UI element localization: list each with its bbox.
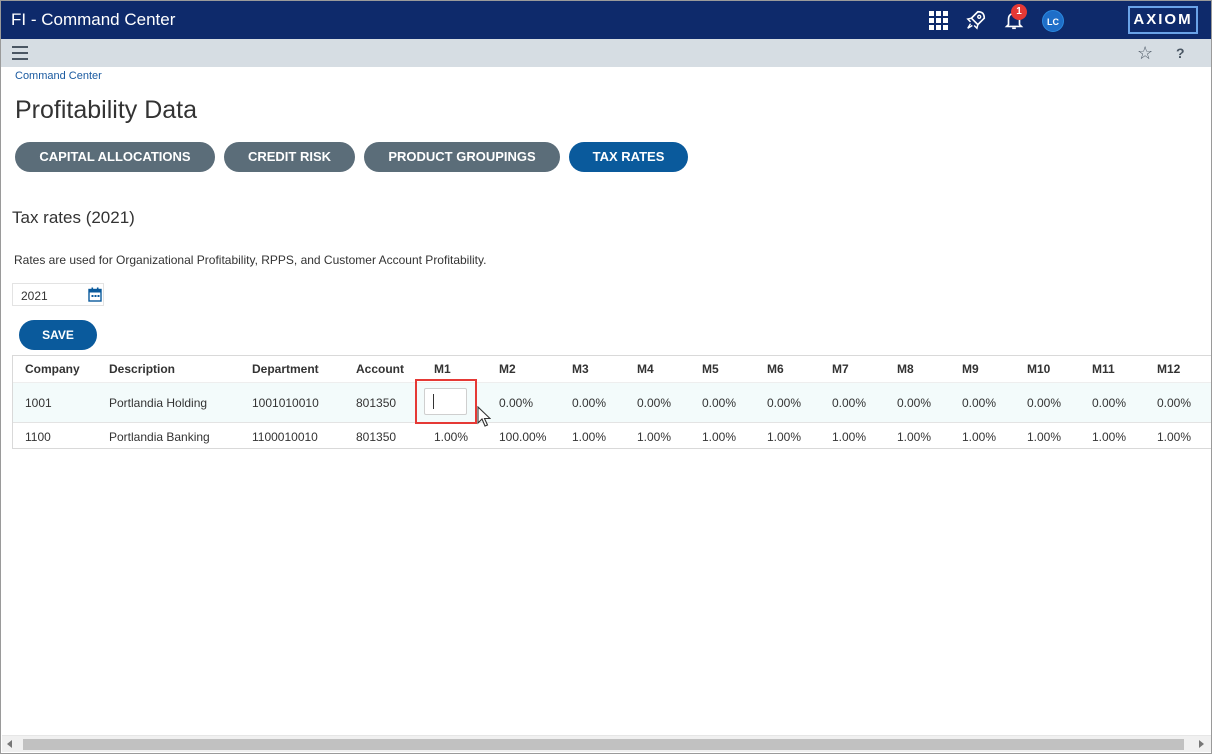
secondary-toolbar: ☆ ? [1,39,1211,67]
table-cell[interactable]: 1.00% [702,430,736,444]
column-header[interactable]: M12 [1157,362,1180,376]
table-cell[interactable]: 1.00% [832,430,866,444]
mouse-pointer-icon [477,406,491,427]
app-title: FI - Command Center [11,10,176,29]
page-title: Profitability Data [15,96,198,124]
table-cell[interactable]: 1.00% [1157,430,1191,444]
table-row[interactable]: 1001 Portlandia Holding 1001010010 80135… [13,382,1211,422]
tab-product-groupings[interactable]: PRODUCT GROUPINGS [364,142,560,172]
column-header[interactable]: M11 [1092,362,1115,376]
rocket-icon[interactable] [965,9,987,31]
apps-grid-icon[interactable] [929,11,948,30]
table-cell[interactable]: 1.00% [897,430,931,444]
scroll-left-icon[interactable] [7,740,12,748]
tab-tax-rates[interactable]: TAX RATES [569,142,688,172]
top-bar: FI - Command Center 1 LC AXIOM [1,1,1211,39]
table-cell[interactable]: 0.00% [572,396,606,410]
table-cell[interactable]: 1001 [25,396,52,410]
column-header[interactable]: Company [25,362,80,376]
table-cell[interactable]: 1.00% [1027,430,1061,444]
star-icon[interactable]: ☆ [1137,43,1153,63]
column-header[interactable]: M8 [897,362,914,376]
tax-rates-table: Company Description Department Account M… [12,355,1211,449]
table-row[interactable]: 1100 Portlandia Banking 1100010010 80135… [13,422,1211,449]
year-value: 2021 [21,289,48,303]
column-header[interactable]: M1 [434,362,451,376]
save-button[interactable]: SAVE [19,320,97,350]
column-header[interactable]: M7 [832,362,849,376]
year-picker[interactable]: 2021 [12,283,104,306]
scrollbar-thumb[interactable] [23,739,1184,750]
table-cell[interactable]: 1.00% [962,430,996,444]
table-cell[interactable]: 1.00% [637,430,671,444]
table-cell[interactable]: 0.00% [1092,396,1126,410]
column-header[interactable]: M9 [962,362,979,376]
table-cell[interactable]: Portlandia Banking [109,430,210,444]
column-header[interactable]: M6 [767,362,784,376]
table-cell[interactable]: 1.00% [1092,430,1126,444]
breadcrumb[interactable]: Command Center [15,70,102,82]
m1-edit-input[interactable] [424,388,467,415]
table-cell[interactable]: 100.00% [499,430,546,444]
table-cell[interactable]: 801350 [356,396,396,410]
table-cell[interactable]: 0.00% [897,396,931,410]
table-cell[interactable]: 1.00% [572,430,606,444]
tab-credit-risk[interactable]: CREDIT RISK [224,142,355,172]
column-header[interactable]: Department [252,362,319,376]
column-header[interactable]: M5 [702,362,719,376]
table-cell[interactable]: 0.00% [702,396,736,410]
table-cell[interactable]: 0.00% [1027,396,1061,410]
table-cell[interactable]: 0.00% [962,396,996,410]
notification-badge: 1 [1011,4,1027,20]
axiom-logo: AXIOM [1128,6,1198,34]
avatar[interactable]: LC [1042,10,1064,32]
scroll-right-icon[interactable] [1199,740,1204,748]
table-cell[interactable]: 1001010010 [252,396,319,410]
help-icon[interactable]: ? [1176,44,1185,62]
column-header[interactable]: Description [109,362,175,376]
section-title: Tax rates (2021) [12,208,135,227]
column-header[interactable]: Account [356,362,404,376]
column-header[interactable]: M4 [637,362,654,376]
table-cell[interactable]: 0.00% [832,396,866,410]
tab-capital-allocations[interactable]: CAPITAL ALLOCATIONS [15,142,215,172]
text-caret [433,394,434,409]
table-cell[interactable]: 1.00% [767,430,801,444]
table-cell[interactable]: Portlandia Holding [109,396,207,410]
app-window: FI - Command Center 1 LC AXIOM ☆ ? Comma… [0,0,1212,754]
table-cell[interactable]: 0.00% [499,396,533,410]
column-header[interactable]: M3 [572,362,589,376]
table-cell[interactable]: 1100 [25,430,51,444]
table-cell[interactable]: 0.00% [1157,396,1191,410]
table-cell[interactable]: 1.00% [434,430,468,444]
table-cell[interactable]: 801350 [356,430,396,444]
horizontal-scrollbar[interactable] [2,735,1211,752]
hamburger-menu-icon[interactable] [12,46,28,60]
column-header[interactable]: M10 [1027,362,1050,376]
table-cell[interactable]: 1100010010 [252,430,318,444]
calendar-icon[interactable] [88,287,102,302]
table-header-row: Company Description Department Account M… [13,356,1211,382]
table-cell[interactable]: 0.00% [767,396,801,410]
table-cell[interactable]: 0.00% [637,396,671,410]
column-header[interactable]: M2 [499,362,516,376]
info-text: Rates are used for Organizational Profit… [14,253,487,267]
